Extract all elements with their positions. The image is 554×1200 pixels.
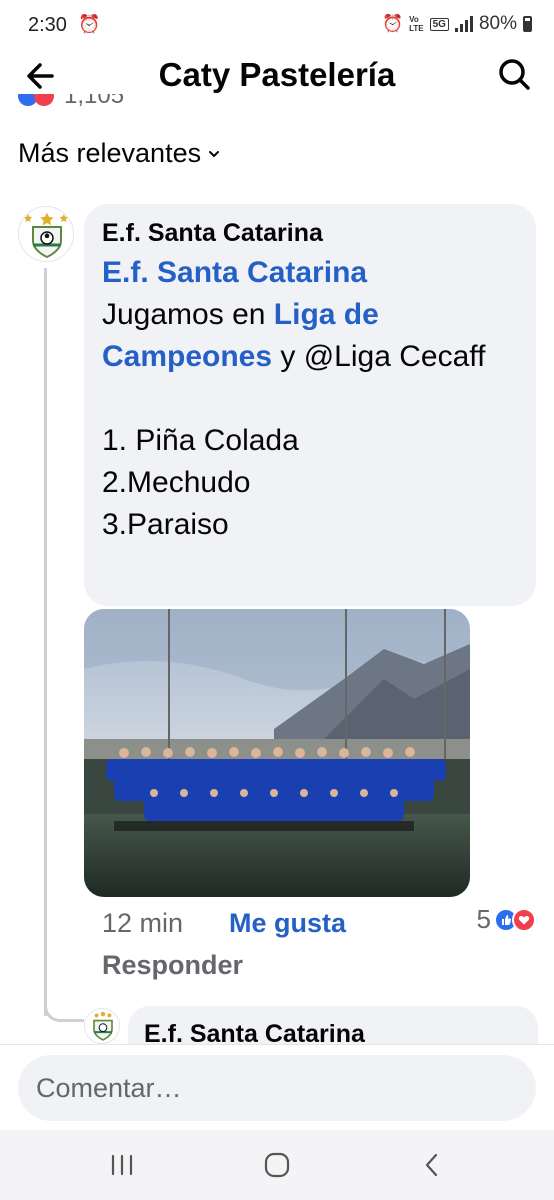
comment-bubble[interactable]: E.f. Santa Catarina E.f. Santa Catarina … [84,204,536,606]
reaction-count: 1,105 [64,94,125,108]
comment-composer-bar [0,1044,554,1130]
reply-button[interactable]: Responder [102,950,243,981]
club-crest-icon [93,1011,113,1041]
club-crest-icon [23,212,68,259]
comment-author[interactable]: E.f. Santa Catarina [102,218,518,248]
reply-bubble[interactable]: E.f. Santa Catarina [128,1006,538,1044]
comment-text: E.f. Santa Catarina Jugamos en Liga de C… [102,252,518,546]
comment-composer[interactable] [18,1055,536,1121]
thread-line [44,268,47,1016]
team-photo-icon [84,609,470,897]
comment-text-part: Jugamos en [102,298,274,331]
signal-icon [454,16,473,32]
love-reaction-icon [34,94,54,106]
comment-reactions[interactable]: 5 [477,904,536,935]
mention-page-link[interactable]: E.f. Santa Catarina [102,256,367,289]
sort-label: Más relevantes [18,138,202,168]
comment-reaction-count: 5 [476,904,491,934]
status-bar: 2:30 ⏰ ⏰ Vo LTE 5G 80% [0,0,554,52]
comment-text-part: y @Liga Cecaff [272,340,486,373]
post-reactions-summary[interactable]: 1,105 [18,94,148,108]
alarm-icon: ⏰ [78,14,101,34]
status-time: 2:30 [28,14,67,36]
back-icon[interactable] [416,1150,450,1180]
volte-icon: Vo LTE [409,15,424,33]
avatar[interactable] [18,206,74,262]
comment-sort-dropdown[interactable]: Más relevantes [18,138,221,169]
recent-apps-icon[interactable] [105,1150,139,1180]
reply-avatar[interactable] [84,1008,120,1044]
battery-percent: 80% [478,13,517,34]
list-item: 3.Paraiso [102,508,229,541]
search-icon[interactable] [494,54,534,94]
home-icon[interactable] [260,1150,294,1180]
page-title: Caty Pastelería [158,56,396,93]
alarm-clock-icon: ⏰ [381,14,404,33]
reply-author[interactable]: E.f. Santa Catarina [144,1020,522,1044]
like-button[interactable]: Me gusta [229,908,346,939]
status-icons: ⏰ Vo LTE 5G 80% [382,13,532,35]
app-header: Caty Pastelería [0,52,554,100]
comment-input[interactable] [36,1072,518,1104]
comment-photo[interactable] [84,609,470,897]
chevron-down-icon [209,150,220,157]
thread-connector [44,990,84,1022]
love-reaction-icon [512,907,536,932]
battery-icon [523,16,532,32]
comment-timestamp: 12 min [102,908,184,938]
list-item: 1. Piña Colada [102,424,299,457]
list-item: 2.Mechudo [102,466,251,499]
system-nav-bar [0,1130,554,1200]
network-5g-icon: 5G [429,17,449,31]
